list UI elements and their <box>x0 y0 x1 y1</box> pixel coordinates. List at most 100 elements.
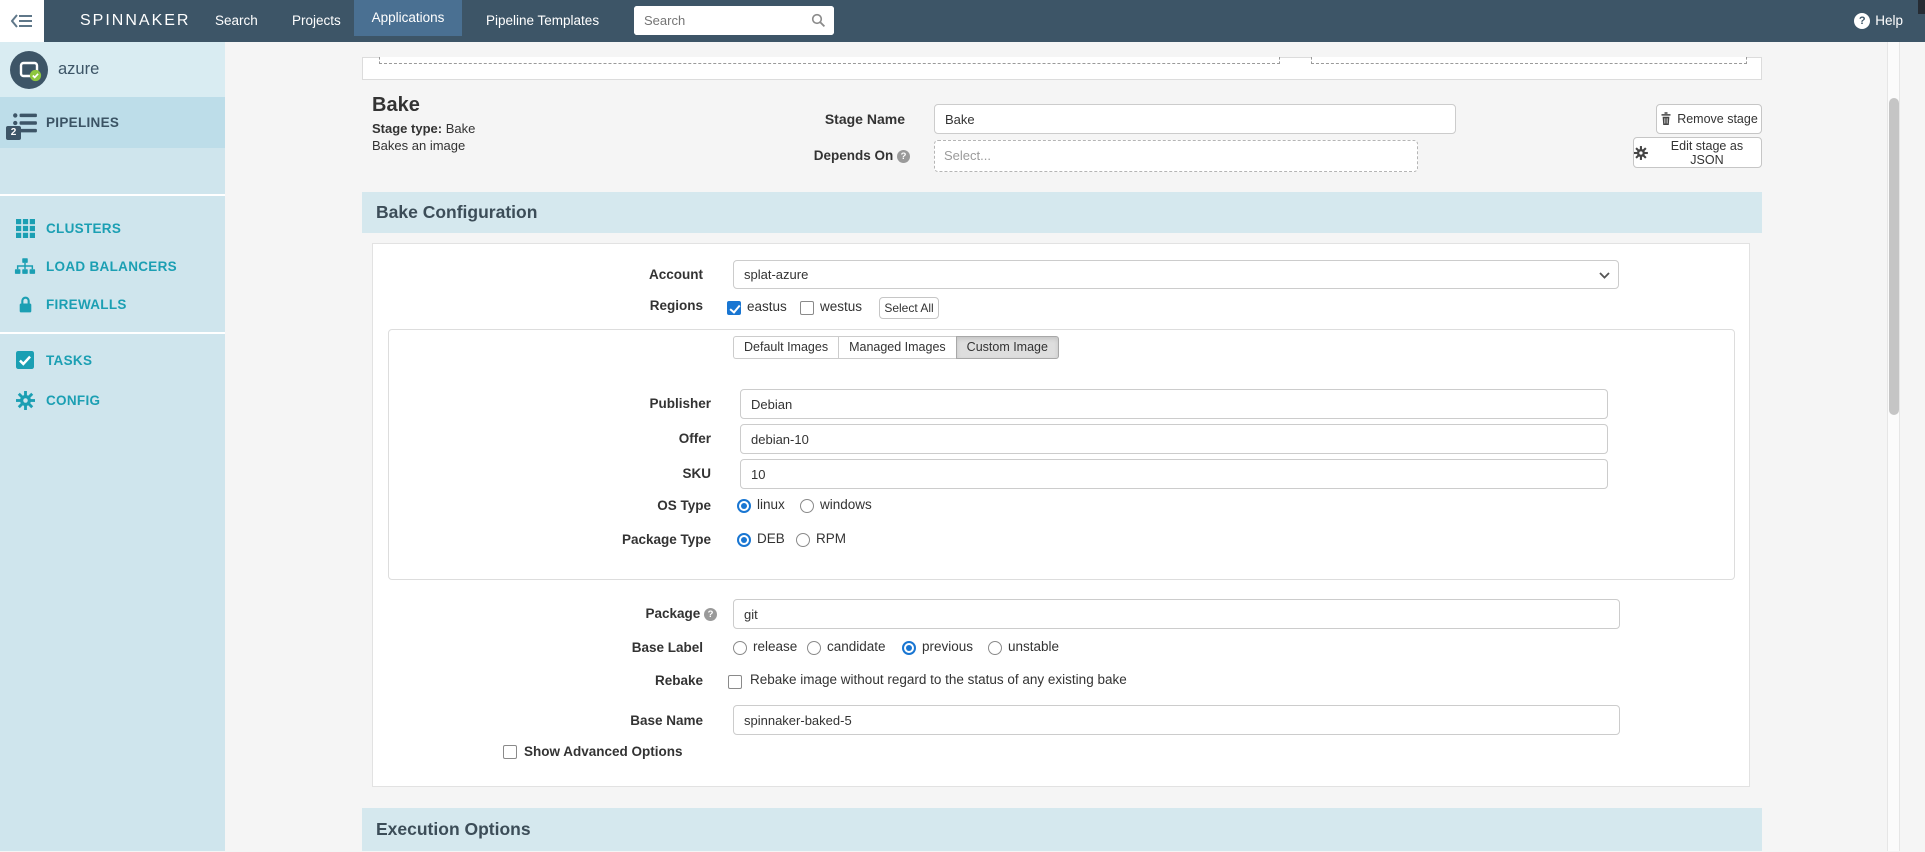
global-search-input[interactable] <box>634 6 834 35</box>
depends-on-select[interactable]: Select... <box>934 140 1418 172</box>
nav-item-applications[interactable]: Applications <box>354 0 462 36</box>
account-select[interactable]: splat-azure <box>733 260 1619 289</box>
help-icon: ? <box>1854 13 1871 29</box>
base-label-unstable-label: unstable <box>1008 639 1060 654</box>
sidebar-divider <box>0 332 225 334</box>
stage-type-line: Stage type: Bake <box>372 121 475 136</box>
package-label-wrap: Package ? <box>540 600 717 628</box>
pipelines-count-badge: 2 <box>6 125 21 140</box>
rebake-checkbox[interactable] <box>728 675 742 689</box>
tab-default-images[interactable]: Default Images <box>733 336 839 359</box>
scrollbar-thumb[interactable] <box>1889 98 1899 415</box>
base-label-release-radio[interactable] <box>733 641 747 655</box>
sku-input[interactable] <box>740 459 1608 489</box>
region-eastus-label: eastus <box>747 299 787 314</box>
depends-on-help-icon[interactable]: ? <box>897 150 910 163</box>
depends-on-label: Depends On <box>813 148 894 163</box>
regions-label: Regions <box>649 298 703 313</box>
firewalls-lock-icon <box>19 296 31 312</box>
bake-configuration-header: Bake Configuration <box>362 192 1762 233</box>
stage-type-value: Bake <box>445 121 476 136</box>
rebake-checkbox-label: Rebake image without regard to the statu… <box>750 672 1127 687</box>
sidebar-item-tasks[interactable]: TASKS <box>0 340 225 380</box>
spinnaker-logo: SPINNAKER <box>80 12 191 29</box>
stage-description: Bakes an image <box>372 138 466 153</box>
base-label-candidate-label: candidate <box>827 639 886 654</box>
tab-managed-images[interactable]: Managed Images <box>838 336 956 359</box>
package-type-deb-label: DEB <box>757 531 785 546</box>
base-label-previous-radio[interactable] <box>902 641 916 655</box>
publisher-label: Publisher <box>649 396 711 411</box>
base-name-label: Base Name <box>630 713 703 728</box>
application-header[interactable]: azure <box>0 42 225 97</box>
package-type-rpm-radio[interactable] <box>796 533 810 547</box>
help-link[interactable]: ? Help <box>1854 0 1903 42</box>
sidebar-item-load-balancers[interactable]: LOAD BALANCERS <box>0 247 225 285</box>
application-azure-icon <box>10 50 48 89</box>
stage-name-label: Stage Name <box>824 111 905 127</box>
chevron-down-icon <box>1599 272 1610 279</box>
package-help-icon[interactable]: ? <box>704 608 717 621</box>
show-advanced-options-label: Show Advanced Options <box>524 744 683 759</box>
sidebar-divider <box>0 194 225 196</box>
os-type-label: OS Type <box>657 498 711 513</box>
sidebar-item-label: FIREWALLS <box>46 296 127 312</box>
os-type-windows-label: windows <box>820 497 872 512</box>
tab-custom-image[interactable]: Custom Image <box>955 336 1059 359</box>
base-label-unstable-radio[interactable] <box>988 641 1002 655</box>
os-type-windows-radio[interactable] <box>800 499 814 513</box>
sidebar-item-label: CLUSTERS <box>46 220 122 236</box>
offer-input[interactable] <box>740 424 1608 454</box>
region-eastus-checkbox[interactable] <box>727 301 741 315</box>
clusters-grid-icon <box>15 218 35 238</box>
account-label: Account <box>649 267 703 282</box>
sidebar-item-config[interactable]: CONFIG <box>0 380 225 420</box>
package-type-deb-radio[interactable] <box>737 533 751 547</box>
package-input[interactable] <box>733 599 1620 629</box>
depends-on-placeholder: Select... <box>944 148 991 163</box>
sidebar-item-firewalls[interactable]: FIREWALLS <box>0 285 225 323</box>
base-label-release-label: release <box>753 639 798 654</box>
trash-icon <box>1661 112 1671 125</box>
edit-stage-json-label: Edit stage as JSON <box>1670 138 1744 167</box>
nav-item-pipeline-templates[interactable]: Pipeline Templates <box>486 0 599 42</box>
package-type-label: Package Type <box>621 532 711 547</box>
remove-stage-button[interactable]: Remove stage <box>1656 104 1762 134</box>
pipeline-graph-strip <box>362 57 1762 80</box>
publisher-input[interactable] <box>740 389 1608 419</box>
stage-name-input[interactable] <box>934 104 1456 134</box>
global-search <box>634 6 834 35</box>
scrollbar-corner <box>1918 0 1925 14</box>
base-name-input[interactable] <box>733 705 1620 735</box>
sidebar-collapse-button[interactable] <box>0 0 44 42</box>
show-advanced-options-checkbox[interactable] <box>503 745 517 759</box>
app-sidebar: azure 2 PIPELINES CLUSTERS LOAD BALANCER… <box>0 42 225 851</box>
rebake-label: Rebake <box>654 673 703 688</box>
region-westus-checkbox[interactable] <box>800 301 814 315</box>
nav-item-search[interactable]: Search <box>215 0 258 42</box>
execution-options-header: Execution Options <box>362 808 1762 851</box>
nav-item-projects[interactable]: Projects <box>292 0 341 42</box>
base-label-candidate-radio[interactable] <box>807 641 821 655</box>
tasks-check-square-icon <box>16 351 34 369</box>
sidebar-item-pipelines[interactable]: 2 PIPELINES <box>0 97 225 148</box>
config-gear-icon <box>15 390 35 410</box>
vertical-scrollbar[interactable] <box>1887 42 1900 851</box>
edit-stage-json-button[interactable]: Edit stage as JSON <box>1633 137 1762 168</box>
stage-node-stub <box>379 57 1280 64</box>
search-icon <box>811 13 826 28</box>
stage-title: Bake <box>372 94 420 116</box>
image-source-tabs: Default Images Managed Images Custom Ima… <box>733 336 1059 359</box>
package-type-rpm-label: RPM <box>816 531 846 546</box>
depends-on-label-wrap: Depends On ? <box>695 140 910 172</box>
select-all-regions-button[interactable]: Select All <box>879 297 939 319</box>
os-type-linux-radio[interactable] <box>737 499 751 513</box>
help-label: Help <box>1875 13 1903 28</box>
stage-type-label: Stage type: <box>372 121 443 136</box>
sidebar-item-label: CONFIG <box>46 392 101 408</box>
sidebar-item-clusters[interactable]: CLUSTERS <box>0 209 225 247</box>
base-label-previous-label: previous <box>922 639 974 654</box>
package-label: Package <box>645 606 701 621</box>
remove-stage-label: Remove stage <box>1677 112 1758 126</box>
account-selected-value: splat-azure <box>744 267 809 282</box>
